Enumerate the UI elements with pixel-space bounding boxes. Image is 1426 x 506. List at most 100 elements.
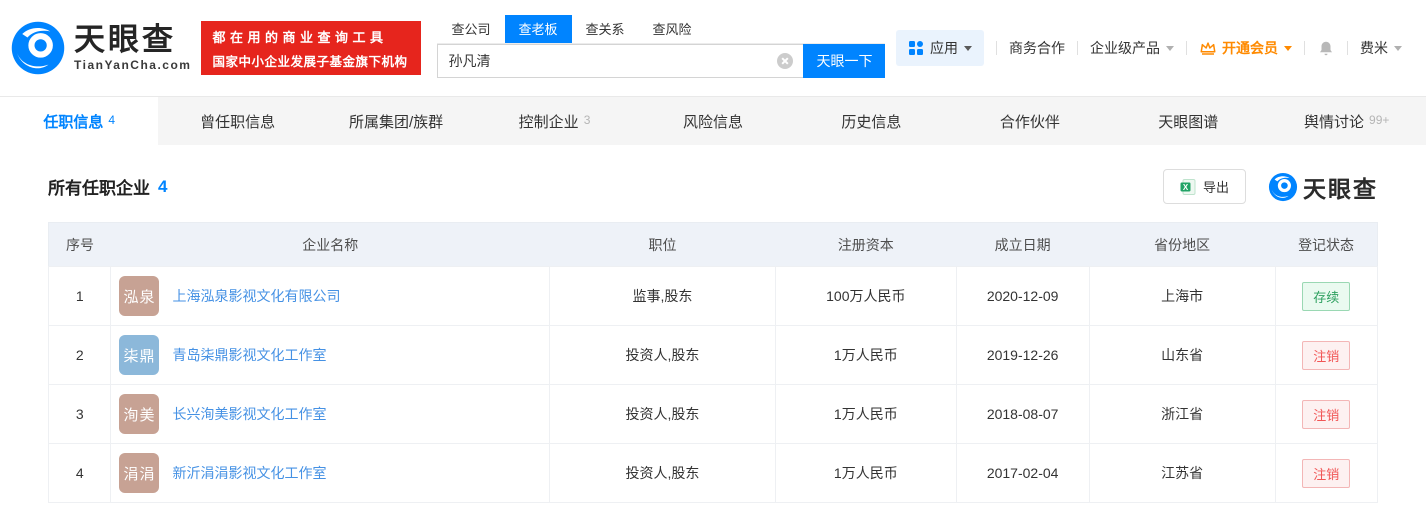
export-button[interactable]: X 导出 — [1163, 169, 1246, 204]
capital-cell: 1万人民币 — [775, 385, 956, 444]
open-vip-button[interactable]: 开通会员 — [1199, 38, 1292, 58]
company-link[interactable]: 长兴洵美影视文化工作室 — [172, 404, 326, 424]
positions-table: 序号 企业名称 职位 注册资本 成立日期 省份地区 登记状态 1 泓泉 上海泓泉… — [48, 222, 1378, 503]
tab-risk-info[interactable]: 风险信息 — [634, 97, 792, 145]
table-row: 3 洵美 长兴洵美影视文化工作室 投资人,股东 1万人民币 2018-08-07… — [49, 385, 1378, 444]
divider — [1304, 41, 1305, 55]
col-capital: 注册资本 — [775, 223, 956, 267]
search-tab-risk[interactable]: 查风险 — [639, 15, 706, 43]
position-cell: 监事,股东 — [550, 267, 776, 326]
row-index: 4 — [49, 444, 111, 503]
tab-graph[interactable]: 天眼图谱 — [1109, 97, 1267, 145]
search-tab-relation[interactable]: 查关系 — [572, 15, 639, 43]
tab-controlled-companies[interactable]: 控制企业3 — [475, 97, 633, 145]
banner-line2: 国家中小企业发展子基金旗下机构 — [212, 51, 410, 70]
tab-count: 4 — [108, 113, 115, 127]
position-cell: 投资人,股东 — [550, 326, 776, 385]
search-button[interactable]: 天眼一下 — [803, 44, 885, 78]
section-title: 所有任职企业 — [48, 174, 150, 199]
row-index: 1 — [49, 267, 111, 326]
tab-count: 99+ — [1369, 113, 1389, 127]
menu-business-cooperation[interactable]: 商务合作 — [1009, 38, 1065, 58]
menu-enterprise-products[interactable]: 企业级产品 — [1090, 38, 1174, 58]
tianyancha-swirl-icon — [10, 20, 66, 76]
region-cell: 浙江省 — [1089, 385, 1275, 444]
tab-group-cluster[interactable]: 所属集团/族群 — [317, 97, 475, 145]
divider — [1186, 41, 1187, 55]
tab-partners[interactable]: 合作伙伴 — [951, 97, 1109, 145]
date-cell: 2017-02-04 — [956, 444, 1089, 503]
logo-title: 天眼查 — [74, 24, 191, 55]
search-tab-boss[interactable]: 查老板 — [505, 15, 572, 43]
capital-cell: 1万人民币 — [775, 326, 956, 385]
col-region: 省份地区 — [1089, 223, 1275, 267]
tab-positions[interactable]: 任职信息4 — [0, 97, 158, 145]
search-block: 查公司 查老板 查关系 查风险 天眼一下 — [437, 15, 885, 78]
region-cell: 山东省 — [1089, 326, 1275, 385]
position-cell: 投资人,股东 — [550, 385, 776, 444]
col-company: 企业名称 — [111, 223, 550, 267]
date-cell: 2018-08-07 — [956, 385, 1089, 444]
company-link[interactable]: 青岛柒鼎影视文化工作室 — [172, 345, 326, 365]
search-tabs: 查公司 查老板 查关系 查风险 — [437, 15, 885, 44]
capital-cell: 1万人民币 — [775, 444, 956, 503]
tianyancha-watermark-logo: 天眼查 — [1268, 170, 1378, 204]
status-badge: 注销 — [1302, 341, 1350, 370]
chevron-down-icon — [964, 46, 972, 51]
col-position: 职位 — [550, 223, 776, 267]
tab-count: 3 — [584, 113, 591, 127]
tab-public-opinion[interactable]: 舆情讨论99+ — [1268, 97, 1426, 145]
crown-icon — [1199, 40, 1217, 56]
apps-label: 应用 — [930, 38, 958, 58]
top-header: 天眼查 TianYanCha.com 都在用的商业查询工具 国家中小企业发展子基… — [0, 0, 1426, 96]
user-account-dropdown[interactable]: 费米 — [1360, 38, 1402, 58]
close-circle-icon[interactable] — [777, 53, 793, 69]
status-badge: 注销 — [1302, 400, 1350, 429]
region-cell: 上海市 — [1089, 267, 1275, 326]
chevron-down-icon — [1284, 46, 1292, 51]
svg-text:X: X — [1183, 182, 1189, 191]
row-index: 3 — [49, 385, 111, 444]
table-header-row: 序号 企业名称 职位 注册资本 成立日期 省份地区 登记状态 — [49, 223, 1378, 267]
username: 费米 — [1360, 38, 1388, 58]
profile-nav-tabs: 任职信息4 曾任职信息 所属集团/族群 控制企业3 风险信息 历史信息 合作伙伴… — [0, 96, 1426, 145]
divider — [1077, 41, 1078, 55]
search-input[interactable] — [437, 44, 803, 78]
divider — [1347, 41, 1348, 55]
bell-icon — [1317, 39, 1335, 58]
chevron-down-icon — [1166, 46, 1174, 51]
col-index: 序号 — [49, 223, 111, 267]
watermark-text: 天眼查 — [1303, 170, 1378, 204]
brand-slogan-banner: 都在用的商业查询工具 国家中小企业发展子基金旗下机构 — [201, 21, 421, 75]
tianyancha-swirl-icon — [1268, 172, 1298, 202]
chevron-down-icon — [1394, 46, 1402, 51]
excel-icon: X — [1180, 179, 1196, 195]
main-content: 所有任职企业 4 X 导出 天眼查 — [0, 169, 1426, 503]
apps-dropdown[interactable]: 应用 — [896, 30, 984, 66]
col-date: 成立日期 — [956, 223, 1089, 267]
date-cell: 2020-12-09 — [956, 267, 1089, 326]
tab-former-positions[interactable]: 曾任职信息 — [158, 97, 316, 145]
company-link[interactable]: 上海泓泉影视文化有限公司 — [172, 286, 340, 306]
search-tab-company[interactable]: 查公司 — [437, 15, 504, 43]
logo-subtitle: TianYanCha.com — [74, 58, 191, 72]
table-row: 2 柒鼎 青岛柒鼎影视文化工作室 投资人,股东 1万人民币 2019-12-26… — [49, 326, 1378, 385]
company-link[interactable]: 新沂涓涓影视文化工作室 — [172, 463, 326, 483]
status-badge: 注销 — [1302, 459, 1350, 488]
tianyancha-logo[interactable]: 天眼查 TianYanCha.com — [10, 20, 191, 76]
region-cell: 江苏省 — [1089, 444, 1275, 503]
header-menu: 应用 商务合作 企业级产品 开通会员 费米 — [896, 30, 1402, 66]
divider — [996, 41, 997, 55]
company-avatar: 柒鼎 — [119, 335, 159, 375]
table-row: 1 泓泉 上海泓泉影视文化有限公司 监事,股东 100万人民币 2020-12-… — [49, 267, 1378, 326]
company-avatar: 涓涓 — [119, 453, 159, 493]
capital-cell: 100万人民币 — [775, 267, 956, 326]
notification-bell-button[interactable] — [1317, 39, 1335, 58]
app-grid-icon — [908, 40, 924, 56]
status-badge: 存续 — [1302, 282, 1350, 311]
company-avatar: 泓泉 — [119, 276, 159, 316]
company-avatar: 洵美 — [119, 394, 159, 434]
position-cell: 投资人,股东 — [550, 444, 776, 503]
date-cell: 2019-12-26 — [956, 326, 1089, 385]
tab-history-info[interactable]: 历史信息 — [792, 97, 950, 145]
